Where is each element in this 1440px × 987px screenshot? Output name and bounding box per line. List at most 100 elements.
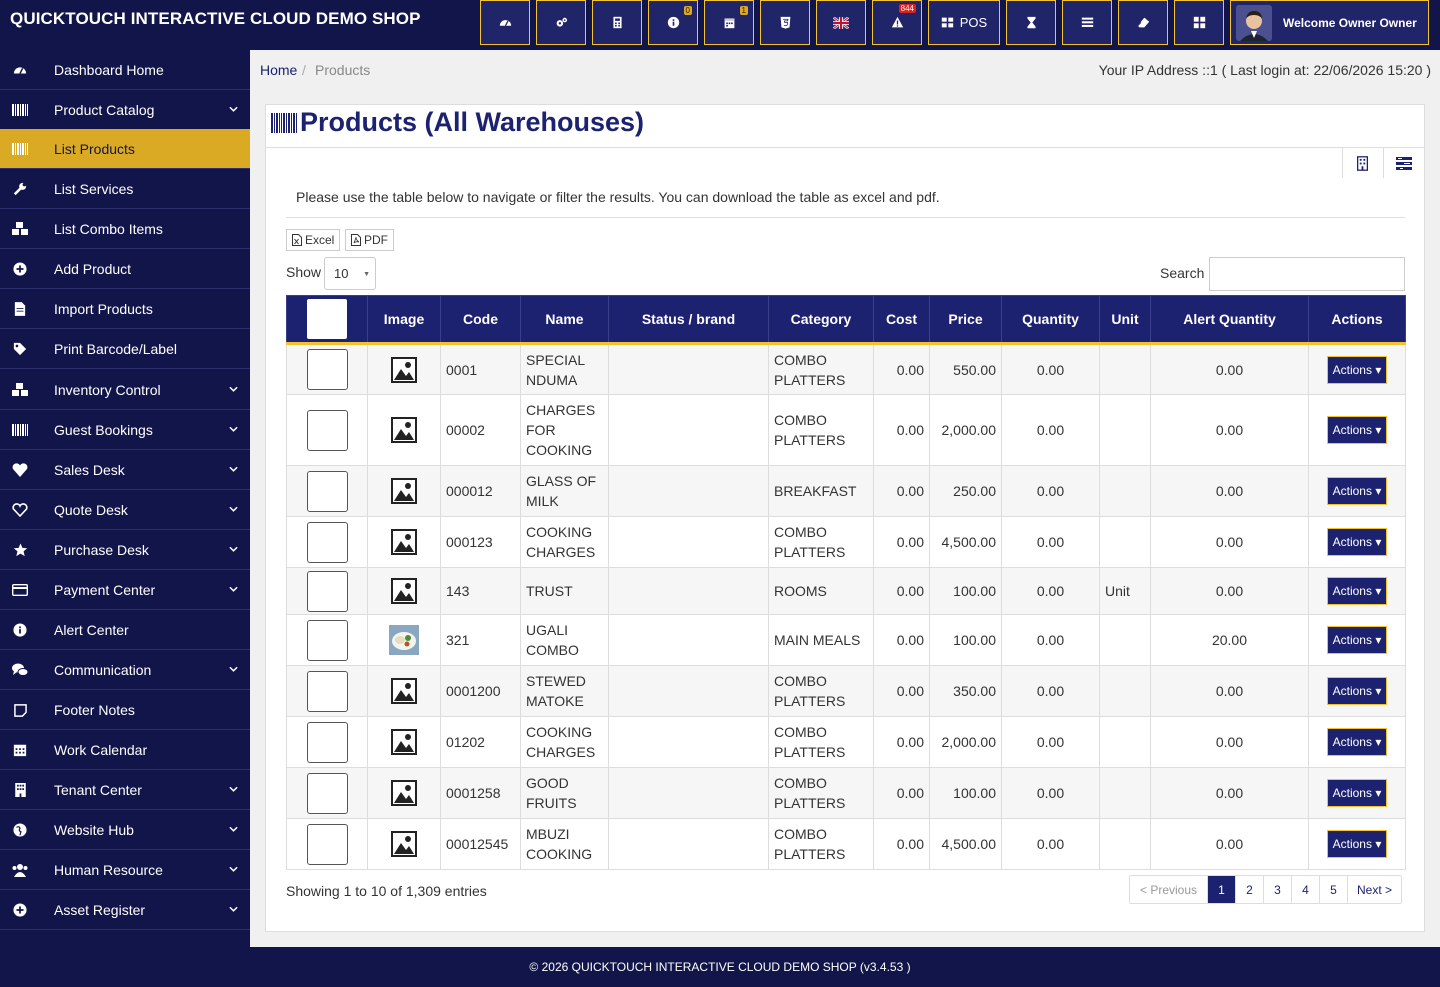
breadcrumb-home-link[interactable]: Home [260,62,297,78]
sidebar-item-website-hub[interactable]: Website Hub [0,810,250,850]
row-checkbox[interactable] [306,570,348,612]
select-all-header[interactable] [286,295,368,345]
table-row[interactable]: 000123 COOKING CHARGES COMBO PLATTERS 0.00 4… [286,516,1406,568]
actions-button[interactable]: Actions ▾ [1326,416,1388,444]
dashboard-icon[interactable] [480,0,530,45]
sidebar-item-print-barcode[interactable]: Print Barcode/Label [0,329,250,369]
excel-button[interactable]: Excel [286,229,341,251]
pagination-page-1[interactable]: 1 [1207,876,1235,903]
table-row[interactable]: 0001200 STEWED MATOKE COMBO PLATTERS 0.00 35… [286,665,1406,717]
brand-title[interactable]: QUICKTOUCH INTERACTIVE CLOUD DEMO SHOP [10,9,421,29]
list-icon[interactable] [1062,0,1112,45]
sidebar-item-dashboard-home[interactable]: Dashboard Home [0,50,250,90]
row-select-cell[interactable] [286,665,368,717]
table-row[interactable]: 321 UGALI COMBO MAIN MEALS 0.00 100.00 0.00 20… [286,614,1406,666]
row-select-cell[interactable] [286,567,368,615]
row-select-cell[interactable] [286,818,368,870]
tasks-icon[interactable] [1383,148,1423,178]
sidebar-item-payment-center[interactable]: Payment Center [0,570,250,610]
cogs-icon[interactable] [536,0,586,45]
sidebar-item-list-services[interactable]: List Services [0,169,250,209]
sidebar-item-asset-register[interactable]: Asset Register [0,890,250,930]
building-icon[interactable] [1342,148,1382,178]
sidebar-item-work-calendar[interactable]: Work Calendar [0,730,250,770]
pagination-page-5[interactable]: 5 [1319,876,1347,903]
sidebar-item-human-resource[interactable]: Human Resource [0,850,250,890]
pagination-next[interactable]: Next > [1347,876,1401,903]
pagination-page-2[interactable]: 2 [1235,876,1263,903]
search-input[interactable] [1209,257,1405,291]
row-checkbox[interactable] [306,521,348,563]
sidebar-item-footer-notes[interactable]: Footer Notes [0,690,250,730]
actions-button[interactable]: Actions ▾ [1326,626,1388,654]
sidebar-item-inventory-control[interactable]: Inventory Control [0,370,250,410]
sidebar-item-list-products[interactable]: List Products [0,129,250,169]
row-select-cell[interactable] [286,343,368,395]
col-status-brand[interactable]: Status / brand [608,295,769,345]
warning-icon[interactable]: 844 [872,0,922,45]
row-select-cell[interactable] [286,767,368,819]
sidebar-item-add-product[interactable]: Add Product [0,249,250,289]
table-row[interactable]: 000012 GLASS OF MILK BREAKFAST 0.00 250.00 0.… [286,465,1406,517]
uk-flag-icon[interactable] [816,0,866,45]
row-checkbox[interactable] [306,823,348,865]
product-photo[interactable] [389,625,419,655]
row-checkbox[interactable] [306,470,348,512]
row-checkbox[interactable] [306,772,348,814]
col-price[interactable]: Price [929,295,1002,345]
sidebar-item-list-combo-items[interactable]: List Combo Items [0,209,250,249]
actions-button[interactable]: Actions ▾ [1326,528,1388,556]
col-cost[interactable]: Cost [873,295,930,345]
html5-icon[interactable] [760,0,810,45]
sidebar-item-guest-bookings[interactable]: Guest Bookings [0,410,250,450]
dashboard-grid-icon[interactable] [1174,0,1224,45]
col-code[interactable]: Code [440,295,521,345]
actions-button[interactable]: Actions ▾ [1326,677,1388,705]
sidebar-item-sales-desk[interactable]: Sales Desk [0,450,250,490]
actions-button[interactable]: Actions ▾ [1326,830,1388,858]
sidebar-item-communication[interactable]: Communication [0,650,250,690]
info-circle-icon[interactable]: 0 [648,0,698,45]
sidebar-item-purchase-desk[interactable]: Purchase Desk [0,530,250,570]
table-row[interactable]: 0001258 GOOD FRUITS COMBO PLATTERS 0.00 100.… [286,767,1406,819]
row-select-cell[interactable] [286,394,368,466]
col-category[interactable]: Category [768,295,874,345]
actions-button[interactable]: Actions ▾ [1326,728,1388,756]
table-row[interactable]: 01202 COOKING CHARGES COMBO PLATTERS 0.00 2,… [286,716,1406,768]
page-size-select[interactable]: 10 ▼ [324,257,376,290]
col-name[interactable]: Name [520,295,609,345]
calendar-icon[interactable]: 1 [704,0,754,45]
sidebar-item-product-catalog[interactable]: Product Catalog [0,90,250,130]
row-checkbox[interactable] [306,721,348,763]
pos-button[interactable]: POS [928,0,1000,45]
pagination-page-3[interactable]: 3 [1263,876,1291,903]
sidebar-item-quote-desk[interactable]: Quote Desk [0,490,250,530]
row-checkbox[interactable] [306,409,348,451]
col-image[interactable]: Image [367,295,441,345]
eraser-icon[interactable] [1118,0,1168,45]
row-select-cell[interactable] [286,516,368,568]
hourglass-icon[interactable] [1006,0,1056,45]
col-alert-quantity[interactable]: Alert Quantity [1150,295,1309,345]
actions-button[interactable]: Actions ▾ [1326,355,1388,384]
table-row[interactable]: 00012545 MBUZI COOKING COMBO PLATTERS 0.00 4… [286,818,1406,870]
user-menu[interactable]: Welcome Owner Owner [1230,0,1429,45]
row-select-cell[interactable] [286,614,368,666]
table-row[interactable]: 0001 SPECIAL NDUMA COMBO PLATTERS 0.00 550.0… [286,343,1406,395]
sidebar-item-import-products[interactable]: Import Products [0,289,250,329]
row-checkbox[interactable] [306,619,348,661]
sidebar-item-tenant-center[interactable]: Tenant Center [0,770,250,810]
select-all-checkbox[interactable] [307,299,347,339]
table-row[interactable]: 00002 CHARGES FOR COOKING COMBO PLATTERS 0.… [286,394,1406,466]
col-unit[interactable]: Unit [1099,295,1151,345]
col-quantity[interactable]: Quantity [1001,295,1100,345]
calculator-icon[interactable] [592,0,642,45]
table-row[interactable]: 143 TRUST ROOMS 0.00 100.00 0.00 Unit 0.00 Actio… [286,567,1406,615]
pdf-button[interactable]: PDF [345,229,394,251]
actions-button[interactable]: Actions ▾ [1326,477,1388,505]
actions-button[interactable]: Actions ▾ [1326,577,1388,605]
pagination-page-4[interactable]: 4 [1291,876,1319,903]
row-checkbox[interactable] [306,670,348,712]
sidebar-item-alert-center[interactable]: Alert Center [0,610,250,650]
pagination-previous[interactable]: < Previous [1130,876,1207,903]
